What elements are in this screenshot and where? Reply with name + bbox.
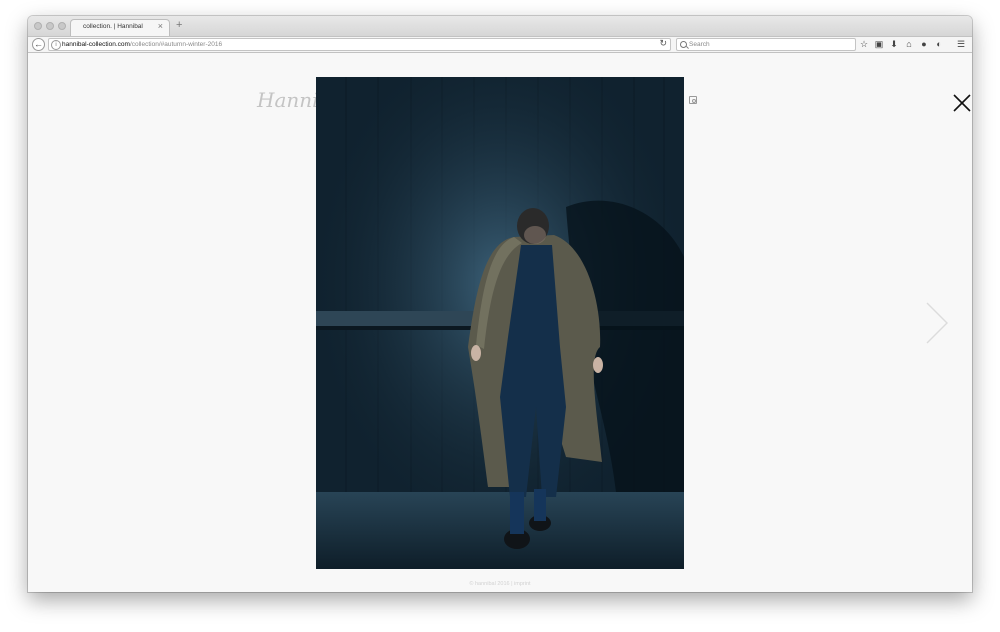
info-icon[interactable]: i [51,40,61,50]
url-path: /collection/#autumn-winter-2016 [129,40,223,48]
reload-button[interactable]: ↻ [659,38,667,49]
chat-icon[interactable]: ● [918,38,930,51]
url-domain: hannibal-collection.com [62,40,130,48]
next-arrow-icon[interactable] [923,301,951,345]
new-tab-button[interactable]: + [176,19,182,31]
window-close-dot[interactable] [34,22,42,30]
url-text: hannibal-collection.com/collection/#autu… [62,41,222,48]
footer-text: © hannibal 2016 | imprint [469,581,531,587]
download-icon[interactable]: ⬇ [888,38,900,51]
search-placeholder: Search [689,40,710,48]
close-icon[interactable] [952,93,972,113]
tab-title: collection. | Hannibal [83,23,143,30]
menu-icon[interactable]: ☰ [955,38,967,51]
search-icon [680,41,687,48]
pocket-icon[interactable]: ◐ [933,38,945,51]
browser-window: collection. | Hannibal × + ← i hannibal-… [28,16,972,592]
window-zoom-dot[interactable] [58,22,66,30]
lightbox-photo [316,77,684,569]
site-logo[interactable]: Hanni [257,88,319,112]
instagram-icon[interactable] [689,96,697,104]
back-button[interactable]: ← [32,38,45,51]
tab-close-icon[interactable]: × [158,21,163,31]
url-bar[interactable]: i hannibal-collection.com/collection/#au… [48,38,671,51]
star-icon[interactable]: ☆ [858,38,870,51]
navigation-bar: ← i hannibal-collection.com/collection/#… [28,36,972,53]
page-content: Hanni © hannibal 2016 | imprint [28,53,972,592]
active-tab[interactable]: collection. | Hannibal × [70,19,170,36]
tab-bar: collection. | Hannibal × + [28,16,972,36]
search-input[interactable]: Search [676,38,856,51]
home-icon[interactable]: ⌂ [903,38,915,51]
clipboard-icon[interactable]: ▣ [873,38,885,51]
window-minimize-dot[interactable] [46,22,54,30]
photo-illustration [316,77,684,569]
